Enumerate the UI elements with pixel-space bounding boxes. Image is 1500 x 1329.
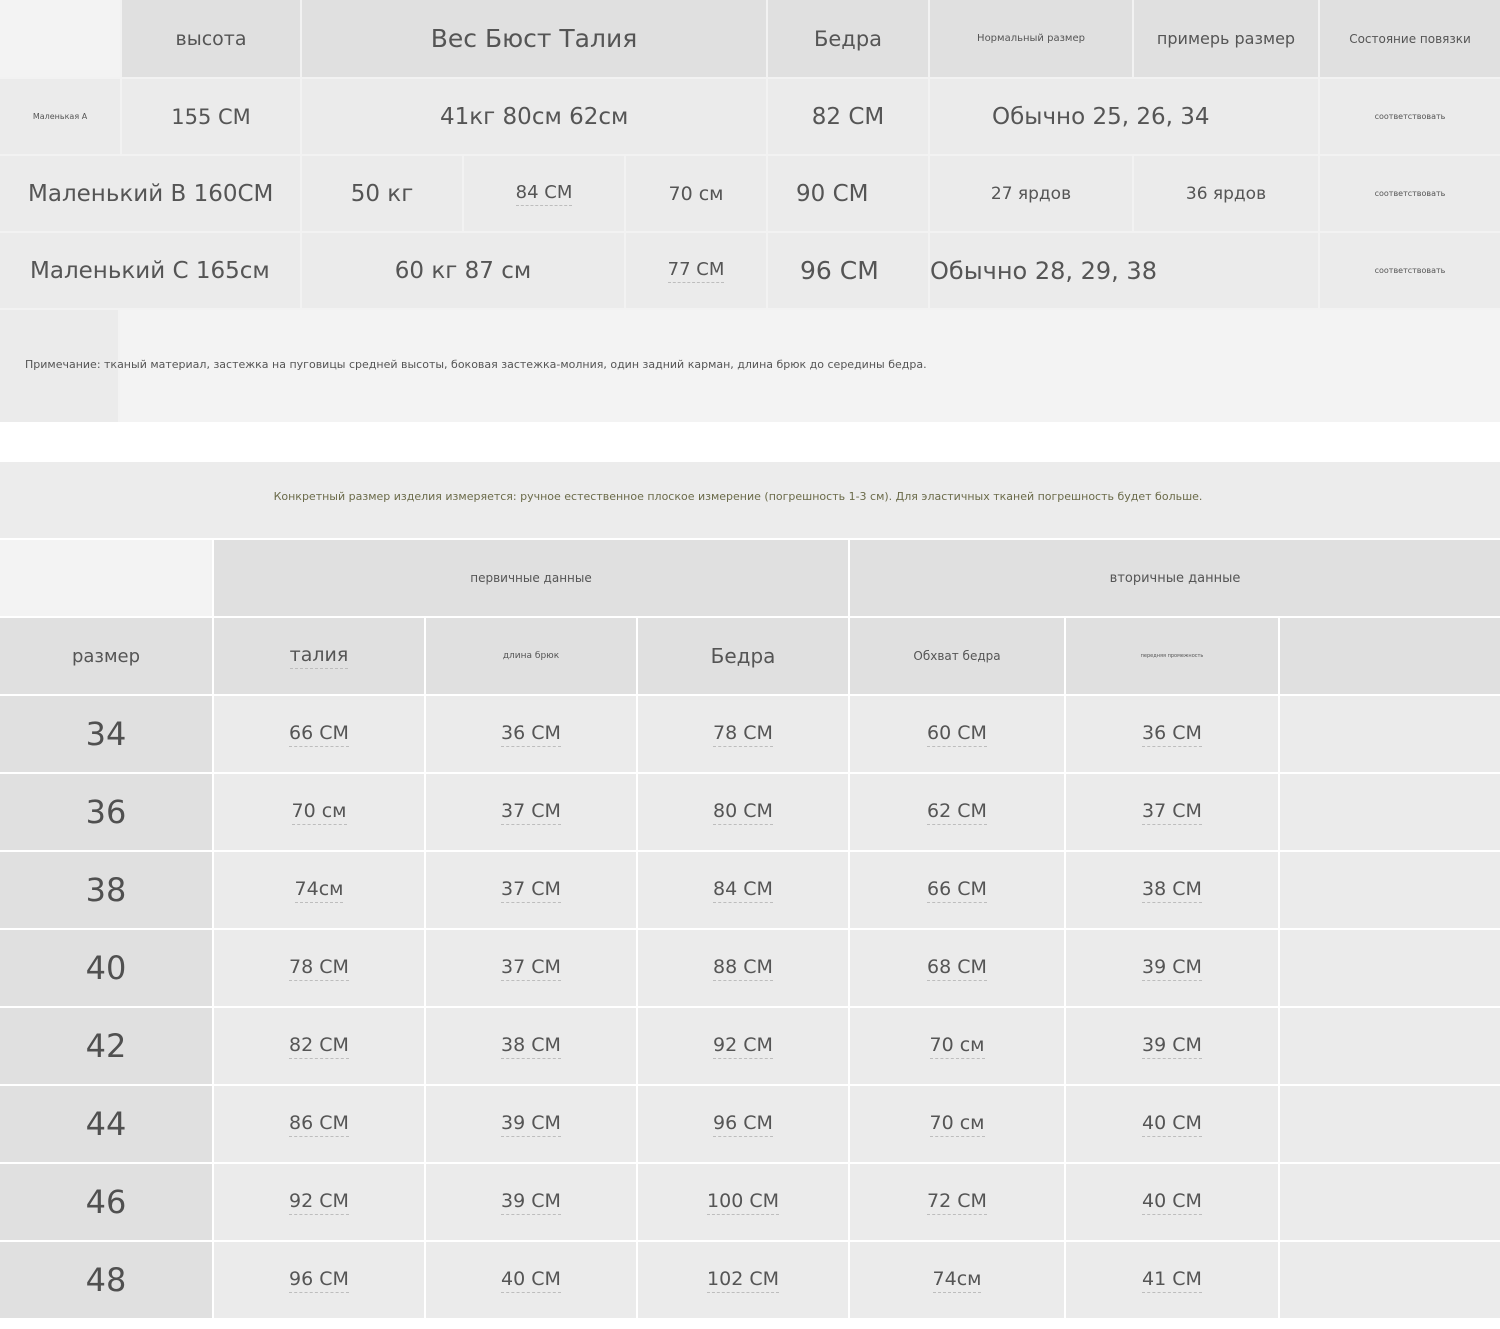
waist-cell: 86 СМ: [214, 1086, 424, 1162]
rise-cell: 41 СМ: [1066, 1242, 1278, 1318]
group-primary: первичные данные: [214, 540, 848, 616]
bottom-size-table: первичные данные вторичные данные размер…: [0, 540, 1500, 1318]
col-rise-header: передняя промежность: [1066, 618, 1278, 694]
size-cell: 44: [0, 1086, 212, 1162]
header-height: высота: [122, 0, 300, 77]
extra-cell: [1280, 1164, 1500, 1240]
row-b-bust: 84 СМ: [464, 156, 624, 231]
row-b-weight: 50 кг: [302, 156, 462, 231]
thigh-cell: 74см: [850, 1242, 1064, 1318]
size-cell: 46: [0, 1164, 212, 1240]
thigh-cell: 70 см: [850, 1008, 1064, 1084]
group-blank-cell: [0, 540, 212, 616]
row-a-normal-try: Обычно 25, 26, 34: [930, 79, 1318, 154]
hips-cell: 102 СМ: [638, 1242, 848, 1318]
thigh-cell: 62 СМ: [850, 774, 1064, 850]
col-length-header: длина брюк: [426, 618, 636, 694]
waist-cell: 70 см: [214, 774, 424, 850]
length-cell: 36 СМ: [426, 696, 636, 772]
row-b-try: 36 ярдов: [1134, 156, 1318, 231]
hips-cell: 88 СМ: [638, 930, 848, 1006]
waist-cell: 96 СМ: [214, 1242, 424, 1318]
row-a-bandage: соответствовать: [1320, 79, 1500, 154]
row-c-waist: 77 СМ: [626, 233, 766, 308]
extra-cell: [1280, 852, 1500, 928]
header-bandage-state: Состояние повязки: [1320, 0, 1500, 77]
rise-cell: 40 СМ: [1066, 1086, 1278, 1162]
header-blank-cell: [0, 0, 120, 77]
thigh-cell: 60 СМ: [850, 696, 1064, 772]
row-c-bandage: соответствовать: [1320, 233, 1500, 308]
waist-cell: 92 СМ: [214, 1164, 424, 1240]
thigh-cell: 66 СМ: [850, 852, 1064, 928]
hips-cell: 100 СМ: [638, 1164, 848, 1240]
extra-cell: [1280, 1242, 1500, 1318]
row-a-hips: 82 СМ: [768, 79, 928, 154]
header-normal-size: Нормальный размер: [930, 0, 1132, 77]
size-cell: 42: [0, 1008, 212, 1084]
extra-cell: [1280, 774, 1500, 850]
rise-cell: 38 СМ: [1066, 852, 1278, 928]
rise-cell: 39 СМ: [1066, 930, 1278, 1006]
size-cell: 48: [0, 1242, 212, 1318]
hips-cell: 80 СМ: [638, 774, 848, 850]
header-hips: Бедра: [768, 0, 928, 77]
waist-cell: 66 СМ: [214, 696, 424, 772]
extra-cell: [1280, 1086, 1500, 1162]
col-hips-header: Бедра: [638, 618, 848, 694]
extra-cell: [1280, 930, 1500, 1006]
top-size-table: высота Вес Бюст Талия Бедра Нормальный р…: [0, 0, 1500, 422]
length-cell: 37 СМ: [426, 774, 636, 850]
col-size-header: размер: [0, 618, 212, 694]
rise-cell: 39 СМ: [1066, 1008, 1278, 1084]
thigh-cell: 68 СМ: [850, 930, 1064, 1006]
size-cell: 34: [0, 696, 212, 772]
group-secondary: вторичные данные: [850, 540, 1500, 616]
waist-cell: 78 СМ: [214, 930, 424, 1006]
length-cell: 37 СМ: [426, 852, 636, 928]
thigh-cell: 72 СМ: [850, 1164, 1064, 1240]
row-a-label: Маленькая А: [0, 79, 120, 154]
top-table-note: Примечание: тканый материал, застежка на…: [25, 358, 927, 371]
row-b-bandage: соответствовать: [1320, 156, 1500, 231]
col-waist-header: талия: [214, 618, 424, 694]
header-try-size: примерь размер: [1134, 0, 1318, 77]
size-cell: 36: [0, 774, 212, 850]
length-cell: 40 СМ: [426, 1242, 636, 1318]
size-cell: 40: [0, 930, 212, 1006]
col-extra-header: [1280, 618, 1500, 694]
row-a-weight-bust-waist: 41кг 80см 62см: [302, 79, 766, 154]
rise-cell: 40 СМ: [1066, 1164, 1278, 1240]
row-c-hips: 96 СМ: [768, 233, 928, 308]
row-b-normal: 27 ярдов: [930, 156, 1132, 231]
col-thigh-header: Обхват бедра: [850, 618, 1064, 694]
row-c-normal-try: Обычно 28, 29, 38: [930, 233, 1318, 308]
row-c-weight-bust: 60 кг 87 см: [302, 233, 624, 308]
waist-cell: 74см: [214, 852, 424, 928]
length-cell: 39 СМ: [426, 1086, 636, 1162]
hips-cell: 96 СМ: [638, 1086, 848, 1162]
row-c-label: Маленький С 165см: [0, 233, 300, 308]
header-weight-bust-waist: Вес Бюст Талия: [302, 0, 766, 77]
measure-note: Конкретный размер изделия измеряется: ру…: [273, 490, 1203, 503]
rise-cell: 37 СМ: [1066, 774, 1278, 850]
hips-cell: 84 СМ: [638, 852, 848, 928]
row-b-waist: 70 см: [626, 156, 766, 231]
row-b-label: Маленький В 160СМ: [0, 156, 300, 231]
length-cell: 37 СМ: [426, 930, 636, 1006]
extra-cell: [1280, 1008, 1500, 1084]
row-b-hips: 90 СМ: [768, 156, 928, 231]
length-cell: 38 СМ: [426, 1008, 636, 1084]
hips-cell: 92 СМ: [638, 1008, 848, 1084]
waist-cell: 82 СМ: [214, 1008, 424, 1084]
extra-cell: [1280, 696, 1500, 772]
size-cell: 38: [0, 852, 212, 928]
length-cell: 39 СМ: [426, 1164, 636, 1240]
row-a-height: 155 СМ: [122, 79, 300, 154]
thigh-cell: 70 см: [850, 1086, 1064, 1162]
hips-cell: 78 СМ: [638, 696, 848, 772]
rise-cell: 36 СМ: [1066, 696, 1278, 772]
